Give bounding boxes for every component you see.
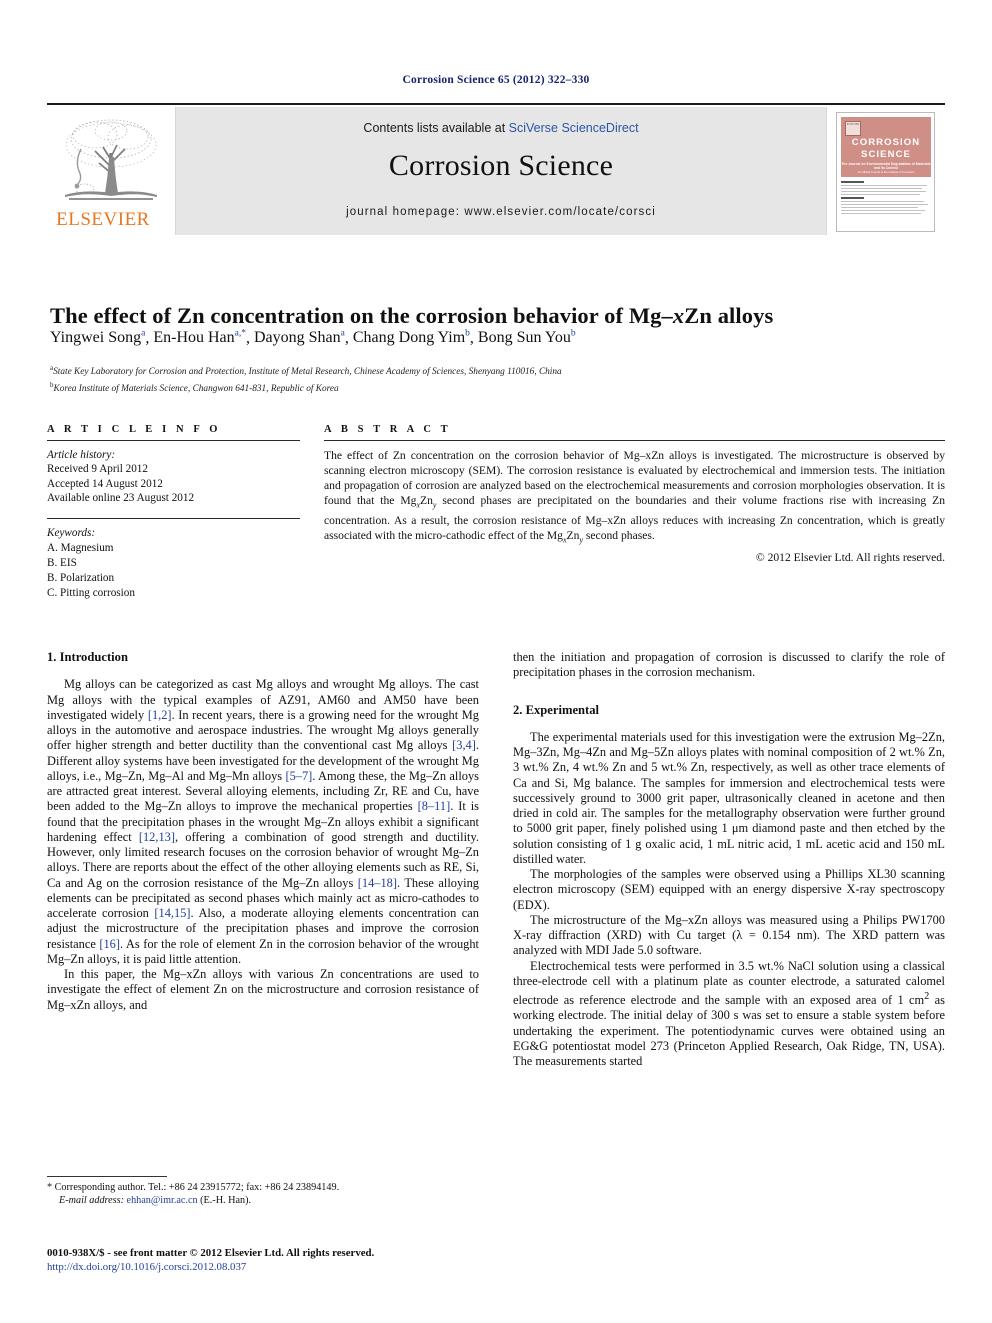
author-1: Yingwei Songa [50,329,145,346]
corresponding-author-line: * Corresponding author. Tel.: +86 24 239… [47,1181,479,1194]
affiliation-list: aState Key Laboratory for Corrosion and … [50,362,940,395]
abstract-block: A B S T R A C T The effect of Zn concent… [324,424,945,564]
corresponding-author-text: Corresponding author. Tel.: +86 24 23915… [54,1182,340,1193]
keywords-block: Keywords: A. Magnesium B. EIS B. Polariz… [47,519,300,602]
title-text-a: The effect of Zn concentration on the co… [50,303,673,329]
cover-title-line1: CORROSION [851,137,921,148]
abstract-text: The effect of Zn concentration on the co… [324,441,945,547]
cover-tagline-secondary: an Official Journal of the Institute of … [857,170,915,174]
elsevier-wordmark: ELSEVIER [56,209,150,230]
keyword-item: A. Magnesium [47,541,114,554]
citation-ref[interactable]: [5–7] [285,769,312,783]
author-list: Yingwei Songa, En-Hou Hana,*, Dayong Sha… [50,329,576,347]
contents-available-line: Contents lists available at SciVerse Sci… [176,121,826,135]
author-2: En-Hou Hana,* [153,329,246,346]
cover-publisher-badge: ELSEVIER [845,121,861,136]
affiliation-b-text: Korea Institute of Materials Science, Ch… [53,383,339,394]
author-4-name: Chang Dong Yim [352,329,466,347]
history-available: Available online 23 August 2012 [47,492,195,505]
affiliation-a-text: State Key Laboratory for Corrosion and P… [53,367,562,378]
author-4-affil-marker: b [465,329,470,339]
email-line: E-mail address: ehhan@imr.ac.cn (E.-H. H… [47,1194,479,1207]
intro-paragraph-1: Mg alloys can be categorized as cast Mg … [47,677,479,967]
info-abstract-band: A R T I C L E I N F O Article history: R… [47,424,945,620]
cover-tagline: The Journal on Environmental Degradation… [841,162,931,170]
title-italic-x: x [672,303,685,329]
cover-publisher-badge-label: ELSEVIER [846,123,860,126]
experimental-paragraph-1: The experimental materials used for this… [513,729,945,866]
masthead-center: Contents lists available at SciVerse Sci… [176,107,826,235]
author-3: Dayong Shana [254,329,345,346]
body-column-left: 1. Introduction Mg alloys can be categor… [47,650,479,1013]
citation-ref[interactable]: [3,4] [452,738,476,752]
corresponding-author-footnote: * Corresponding author. Tel.: +86 24 239… [47,1176,479,1207]
article-info-heading: A R T I C L E I N F O [47,424,222,435]
author-1-name: Yingwei Song [50,329,142,347]
author-2-name: En-Hou Han [153,329,235,347]
author-3-name: Dayong Shan [254,329,341,347]
keyword-item: B. EIS [47,557,77,570]
intro-paragraph-2: In this paper, the Mg–xZn alloys with va… [47,967,479,1012]
doi-link[interactable]: http://dx.doi.org/10.1016/j.corsci.2012.… [47,1260,547,1274]
email-owner: (E.-H. Han). [200,1195,252,1207]
history-accepted: Accepted 14 August 2012 [47,477,163,490]
keyword-item: C. Pitting corrosion [47,587,135,600]
article-history: Article history: Received 9 April 2012 A… [47,441,300,506]
citation-ref[interactable]: [1,2] [148,708,172,722]
citation-ref[interactable]: [12,13] [139,830,175,844]
abstract-seg-2: Zn [420,494,433,508]
running-head: Corrosion Science 65 (2012) 322–330 [402,74,590,86]
author-1-affil-marker: a [141,329,146,339]
article-info-block: A R T I C L E I N F O Article history: R… [47,424,300,602]
history-received: Received 9 April 2012 [47,463,148,476]
footnote-rule [47,1176,167,1177]
exp4-seg-1: Electrochemical tests were performed in … [513,958,945,1008]
journal-cover-panel: ELSEVIER CORROSION SCIENCE The Journal o… [826,107,945,235]
publisher-logo-panel: ELSEVIER [47,107,176,235]
cover-title-line2: SCIENCE [861,149,911,160]
citation-ref[interactable]: [16] [99,937,120,951]
contents-prefix: Contents lists available at [363,121,506,135]
journal-homepage-link[interactable]: journal homepage: www.elsevier.com/locat… [176,206,826,218]
abstract-seg-5: second phases. [583,528,655,542]
page-title: The effect of Zn concentration on the co… [50,303,940,329]
citation-ref[interactable]: [14,15] [154,906,190,920]
cover-contents-lines [841,181,931,229]
email-label: E-mail address: [59,1195,124,1207]
article-history-label: Article history: [47,449,116,461]
corresponding-author-marker: * [47,1182,53,1193]
cover-banner: ELSEVIER CORROSION SCIENCE The Journal o… [841,117,931,177]
issn-line: 0010-938X/$ - see front matter © 2012 El… [47,1247,375,1259]
abstract-copyright: © 2012 Elsevier Ltd. All rights reserved… [755,551,945,565]
section-heading-introduction: 1. Introduction [47,650,128,664]
journal-cover-thumbnail: ELSEVIER CORROSION SCIENCE The Journal o… [836,112,935,232]
journal-article-page: Corrosion Science 65 (2012) 322–330 ELSE… [0,0,992,1323]
affiliation-b: bKorea Institute of Materials Science, C… [50,379,940,396]
author-5-affil-marker: b [570,329,576,339]
experimental-paragraph-4: Electrochemical tests were performed in … [513,959,945,1070]
keyword-item: B. Polarization [47,572,115,585]
author-2-affil-marker[interactable]: a,* [235,329,246,339]
author-5-name: Bong Sun You [477,329,571,347]
journal-title: Corrosion Science [388,149,614,182]
citation-ref[interactable]: [14–18] [358,876,397,890]
author-4: Chang Dong Yimb [353,329,470,346]
author-3-affil-marker: a [340,329,345,339]
intro-continuation-paragraph: then the initiation and propagation of c… [513,650,945,680]
journal-masthead: ELSEVIER Contents lists available at Sci… [47,103,945,235]
section-heading-experimental: 2. Experimental [513,702,600,717]
abstract-seg-4: Zn [566,528,580,542]
author-5: Bong Sun Youb [478,329,576,346]
experimental-paragraph-3: The microstructure of the Mg–xZn alloys … [513,912,945,958]
keywords-label: Keywords: [47,526,96,539]
sciencedirect-link[interactable]: SciVerse ScienceDirect [509,121,639,135]
experimental-paragraph-2: The morphologies of the samples were obs… [513,867,945,912]
affiliation-a: aState Key Laboratory for Corrosion and … [50,362,940,379]
issn-copyright-block: 0010-938X/$ - see front matter © 2012 El… [47,1246,547,1274]
email-link[interactable]: ehhan@imr.ac.cn [127,1195,198,1206]
title-text-b: Zn alloys [684,303,774,329]
abstract-heading: A B S T R A C T [324,424,452,435]
citation-ref[interactable]: [8–11] [418,799,451,813]
body-column-right: then the initiation and propagation of c… [513,650,945,1069]
